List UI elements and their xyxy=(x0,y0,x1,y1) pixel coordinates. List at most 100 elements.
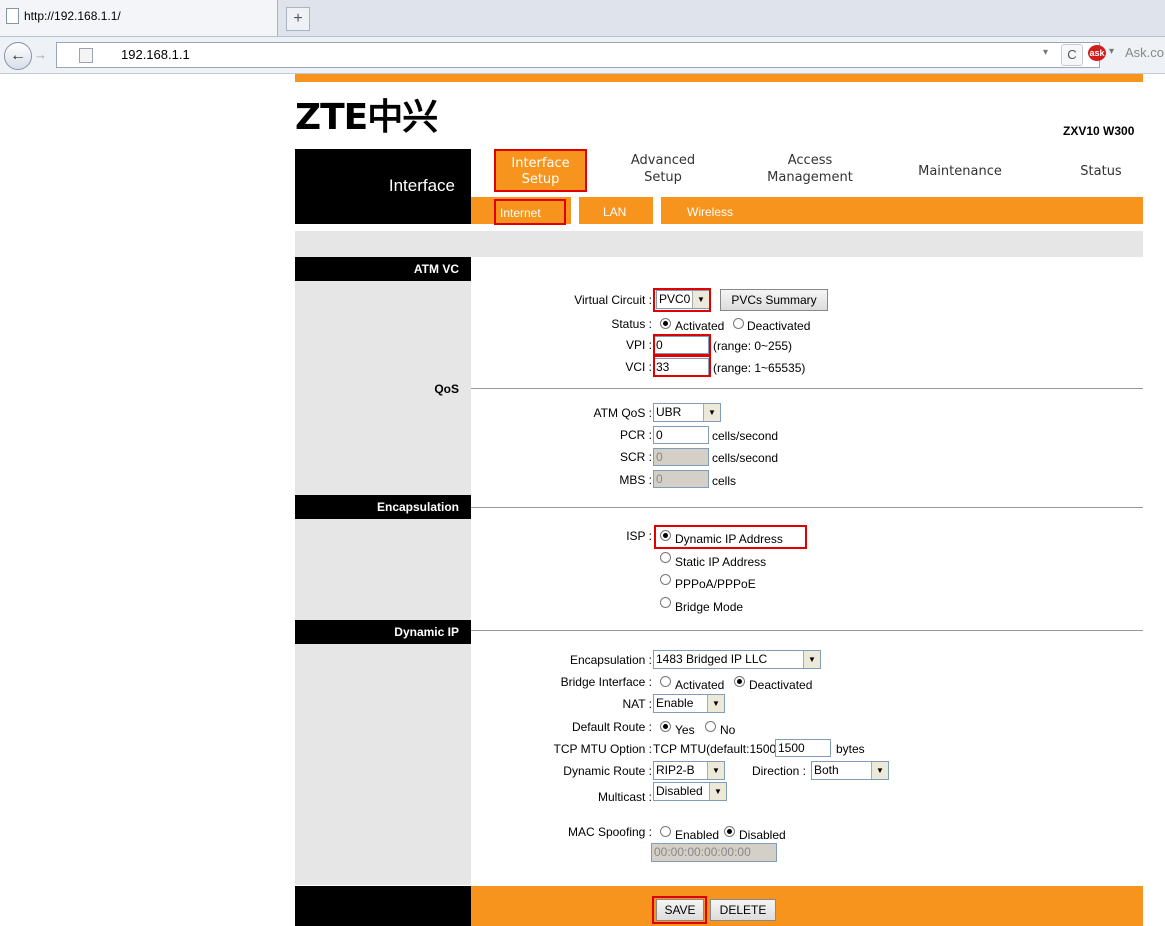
menu-maintenance[interactable]: Maintenance xyxy=(895,163,1025,180)
encapsulation-select[interactable]: 1483 Bridged IP LLC ▼ xyxy=(653,650,821,669)
page-icon xyxy=(6,8,19,24)
encapsulation-value: 1483 Bridged IP LLC xyxy=(656,652,768,666)
spacer-bar xyxy=(295,231,1143,257)
submenu-wireless[interactable]: Wireless xyxy=(687,205,733,219)
reload-icon[interactable]: C xyxy=(1061,44,1083,66)
bridge-interface-label: Bridge Interface : xyxy=(560,675,652,689)
menu-item-label: Maintenance xyxy=(918,164,1002,179)
highlight-box xyxy=(652,896,707,924)
highlight-box xyxy=(653,288,711,312)
menu-status[interactable]: Status xyxy=(1068,163,1134,180)
mac-address-input: 00:00:00:00:00:00 xyxy=(651,843,777,862)
menu-item-line2: Setup xyxy=(521,172,560,187)
bridge-activated-radio[interactable] xyxy=(660,676,671,687)
search-box[interactable]: Ask.co xyxy=(1125,45,1164,60)
delete-button[interactable]: DELETE xyxy=(710,899,776,921)
chevron-down-icon: ▼ xyxy=(707,695,724,712)
site-icon xyxy=(79,48,93,63)
browser-nav-bar: ← → 192.168.1.1 ▾ C xyxy=(0,37,1165,74)
menu-item-line2: Management xyxy=(767,170,853,185)
chevron-down-icon: ▼ xyxy=(709,783,726,800)
direction-value: Both xyxy=(814,763,839,777)
highlight-box xyxy=(653,355,711,377)
mac-enabled-radio[interactable] xyxy=(660,826,671,837)
bridge-activated-label: Activated xyxy=(675,678,725,692)
tcp-mtu-default-text: TCP MTU(default:1500) xyxy=(653,742,781,756)
tcp-mtu-label: TCP MTU Option : xyxy=(553,742,652,756)
chevron-down-icon: ▼ xyxy=(871,762,888,779)
model-name: ZXV10 W300 xyxy=(1063,124,1135,138)
isp-label: ISP : xyxy=(626,529,652,543)
scr-label: SCR : xyxy=(619,450,652,464)
isp-static-label: Static IP Address xyxy=(675,555,767,569)
section-encapsulation: Encapsulation xyxy=(295,495,471,519)
menu-access-management[interactable]: Access Management xyxy=(740,152,880,186)
browser-tab[interactable]: http://192.168.1.1/ xyxy=(0,0,278,36)
history-dropdown-icon[interactable]: ▾ xyxy=(1043,47,1048,58)
menu-advanced-setup[interactable]: Advanced Setup xyxy=(605,152,721,186)
submenu-internet[interactable]: Internet xyxy=(494,199,566,225)
menu-interface-setup[interactable]: Interface Setup xyxy=(494,149,587,192)
default-route-no-label: No xyxy=(720,723,736,737)
section-dynamic-ip: Dynamic IP xyxy=(295,620,471,644)
pvcs-summary-button[interactable]: PVCs Summary xyxy=(720,289,828,311)
vci-range: (range: 1~65535) xyxy=(713,361,806,375)
highlight-box xyxy=(653,334,711,356)
multicast-select[interactable]: Disabled ▼ xyxy=(653,782,727,801)
isp-static-radio[interactable] xyxy=(660,552,671,563)
back-arrow-icon[interactable]: ← xyxy=(4,42,32,70)
address-bar[interactable]: 192.168.1.1 ▾ C xyxy=(56,42,1100,68)
left-label-column xyxy=(295,257,471,885)
default-route-yes-radio[interactable] xyxy=(660,721,671,732)
nat-label: NAT : xyxy=(622,697,652,711)
submenu-lan[interactable]: LAN xyxy=(603,205,626,219)
top-accent-bar xyxy=(295,74,1143,82)
atm-qos-label: ATM QoS : xyxy=(593,406,652,420)
isp-pppoe-label: PPPoA/PPPoE xyxy=(675,577,756,591)
isp-bridge-radio[interactable] xyxy=(660,597,671,608)
menu-item-line1: Interface xyxy=(511,156,570,171)
isp-dynamic-label: Dynamic IP Address xyxy=(675,532,783,546)
menu-item-line2: Setup xyxy=(644,170,682,185)
atm-qos-value: UBR xyxy=(656,405,682,419)
submenu-divider xyxy=(571,197,579,224)
multicast-value: Disabled xyxy=(656,784,703,798)
mbs-unit: cells xyxy=(712,474,737,488)
tcp-mtu-input[interactable]: 1500 xyxy=(775,739,831,757)
zte-logo: ZTE中兴 xyxy=(295,97,438,138)
atm-qos-select[interactable]: UBR ▼ xyxy=(653,403,721,422)
nat-select[interactable]: Enable ▼ xyxy=(653,694,725,713)
chevron-down-icon: ▼ xyxy=(803,651,820,668)
bridge-deactivated-radio[interactable] xyxy=(734,676,745,687)
mbs-label: MBS : xyxy=(619,473,652,487)
search-engine-dropdown-icon[interactable]: ▾ xyxy=(1109,46,1114,57)
nav-section-label: Interface xyxy=(388,176,455,195)
vpi-label: VPI : xyxy=(625,338,652,352)
new-tab-button[interactable]: + xyxy=(286,7,310,31)
footer-bar xyxy=(471,886,1143,926)
status-activated-radio[interactable] xyxy=(660,318,671,329)
encapsulation-label: Encapsulation : xyxy=(569,653,652,667)
mac-disabled-label: Disabled xyxy=(739,828,786,842)
mac-disabled-radio[interactable] xyxy=(724,826,735,837)
chevron-down-icon: ▼ xyxy=(703,404,720,421)
scr-input: 0 xyxy=(653,448,709,466)
pcr-input[interactable]: 0 xyxy=(653,426,709,444)
default-route-label: Default Route : xyxy=(571,720,652,734)
status-activated-label: Activated xyxy=(675,319,725,333)
menu-item-label: Status xyxy=(1080,164,1122,179)
forward-arrow-icon[interactable]: → xyxy=(34,46,52,64)
default-route-no-radio[interactable] xyxy=(705,721,716,732)
tcp-mtu-unit: bytes xyxy=(836,742,865,756)
dynamic-route-select[interactable]: RIP2-B ▼ xyxy=(653,761,725,780)
isp-dynamic-radio[interactable] xyxy=(660,530,671,541)
default-route-yes-label: Yes xyxy=(675,723,695,737)
isp-pppoe-radio[interactable] xyxy=(660,574,671,585)
pcr-label: PCR : xyxy=(619,428,652,442)
bridge-deactivated-label: Deactivated xyxy=(749,678,813,692)
virtual-circuit-label: Virtual Circuit : xyxy=(574,293,652,307)
status-label: Status : xyxy=(611,317,652,331)
direction-select[interactable]: Both ▼ xyxy=(811,761,889,780)
status-deactivated-radio[interactable] xyxy=(733,318,744,329)
ask-logo-icon[interactable]: ask xyxy=(1088,45,1106,61)
